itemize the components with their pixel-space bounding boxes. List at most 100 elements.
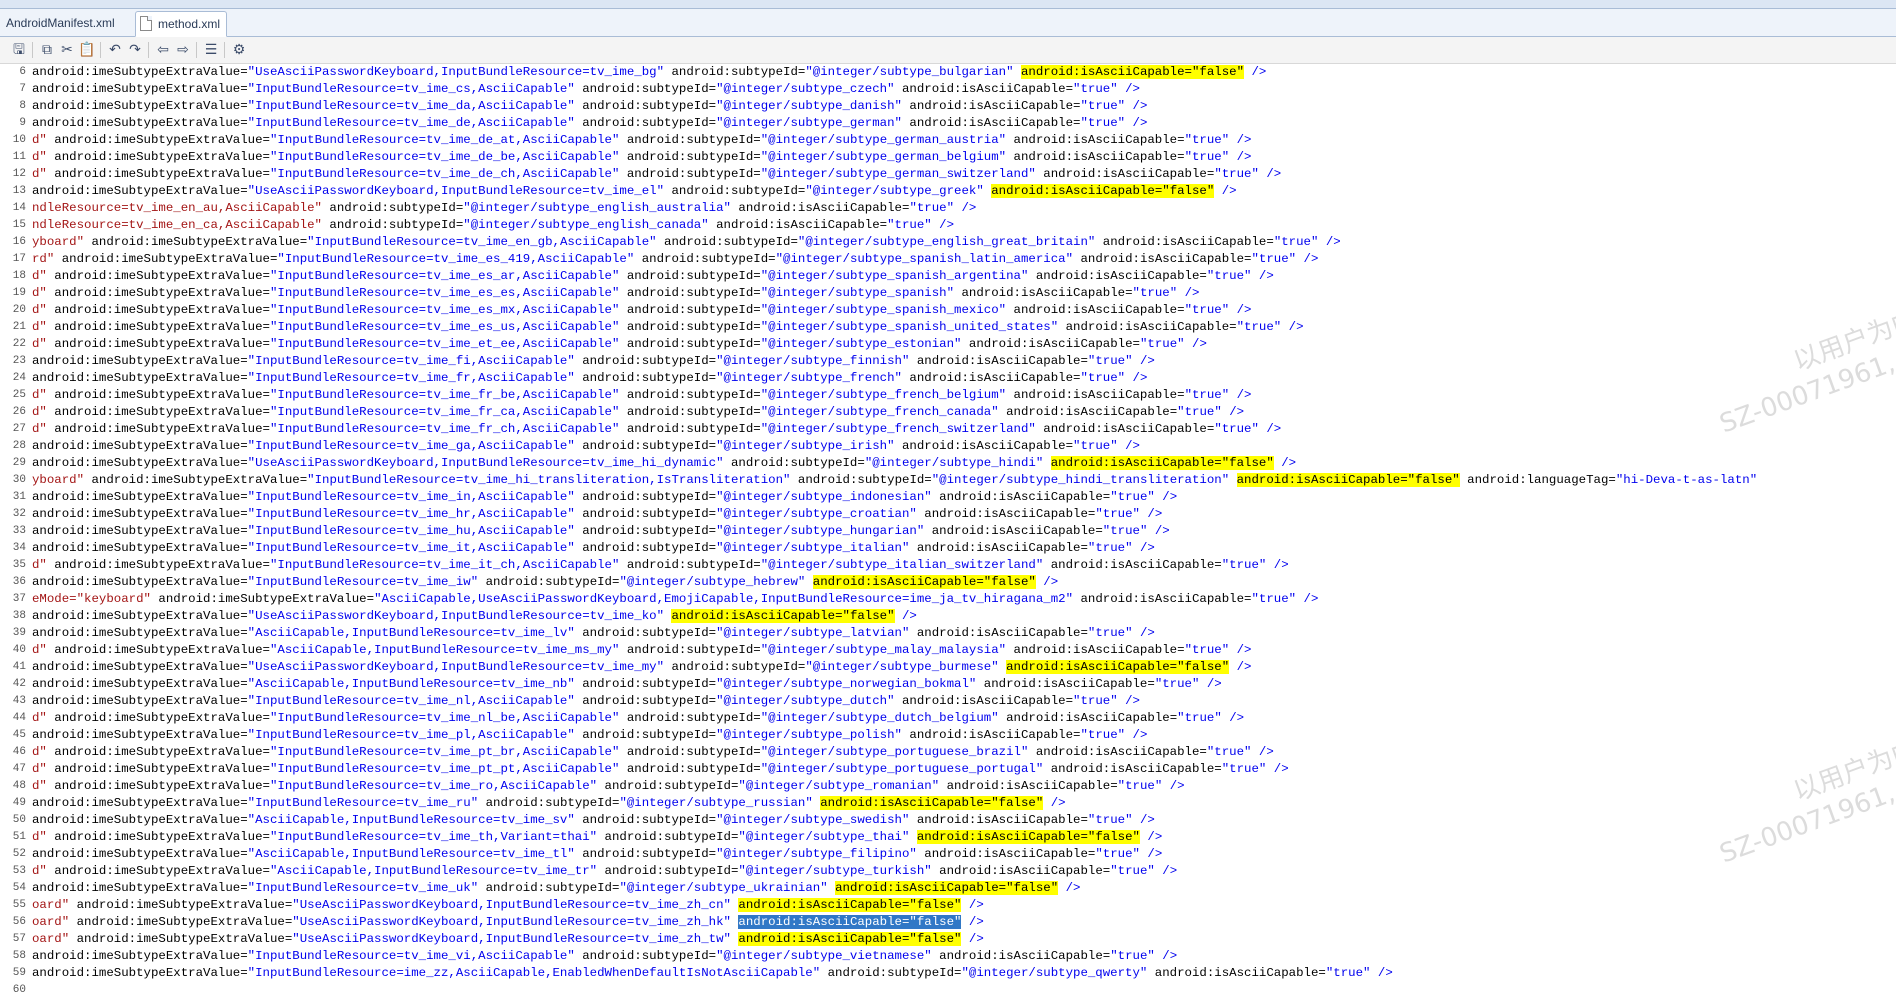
code-token: />	[1370, 966, 1393, 980]
code-line[interactable]: 49 android:imeSubtypeExtraValue="InputBun…	[0, 795, 1896, 812]
code-line[interactable]: 19 d" android:imeSubtypeExtraValue="Input…	[0, 285, 1896, 302]
code-line[interactable]: 20 d" android:imeSubtypeExtraValue="Input…	[0, 302, 1896, 319]
line-number: 7	[19, 83, 26, 95]
code-line[interactable]: 13 android:imeSubtypeExtraValue="UseAscii…	[0, 183, 1896, 200]
code-token: android:subtypeId=	[619, 388, 761, 402]
code-token: />	[1221, 711, 1245, 725]
code-token: "@integer/subtype_filipino"	[716, 847, 917, 861]
code-line[interactable]: 11 d" android:imeSubtypeExtraValue="Input…	[0, 149, 1896, 166]
code-line[interactable]: 26 d" android:imeSubtypeExtraValue="Input…	[0, 404, 1896, 421]
forward-icon[interactable]: ⇨	[174, 41, 192, 59]
save-icon[interactable]: 🖫	[10, 41, 28, 59]
code-token: android:imeSubtypeExtraValue=	[32, 966, 248, 980]
code-line[interactable]: 44 d" android:imeSubtypeExtraValue="Input…	[0, 710, 1896, 727]
code-token: android:subtypeId=	[322, 218, 464, 232]
code-token: "InputBundleResource=tv_ime_es_mx,AsciiC…	[269, 303, 620, 317]
code-line[interactable]: 42 android:imeSubtypeExtraValue="AsciiCap…	[0, 676, 1896, 693]
code-line[interactable]: 51 d" android:imeSubtypeExtraValue="Input…	[0, 829, 1896, 846]
cut-icon[interactable]: ✂	[58, 41, 76, 59]
code-line[interactable]: 58 android:imeSubtypeExtraValue="InputBun…	[0, 948, 1896, 965]
code-line[interactable]: 60	[0, 982, 1896, 999]
code-token: android:subtypeId=	[619, 167, 761, 181]
code-token: "true"	[1110, 490, 1155, 504]
code-line[interactable]: 24 android:imeSubtypeExtraValue="InputBun…	[0, 370, 1896, 387]
code-line[interactable]: 21 d" android:imeSubtypeExtraValue="Input…	[0, 319, 1896, 336]
code-line[interactable]: 7 android:imeSubtypeExtraValue="InputBund…	[0, 81, 1896, 98]
line-number: 15	[12, 219, 26, 231]
code-line[interactable]: 33 android:imeSubtypeExtraValue="InputBun…	[0, 523, 1896, 540]
code-line[interactable]: 47 d" android:imeSubtypeExtraValue="Input…	[0, 761, 1896, 778]
line-number: 45	[12, 729, 26, 741]
code-line[interactable]: 53 d" android:imeSubtypeExtraValue="Ascii…	[0, 863, 1896, 880]
code-line[interactable]: 37 eMode="keyboard" android:imeSubtypeExt…	[0, 591, 1896, 608]
code-token: android:subtypeId=	[478, 575, 620, 589]
code-token: "true"	[1184, 303, 1230, 317]
code-line[interactable]: 18 d" android:imeSubtypeExtraValue="Input…	[0, 268, 1896, 285]
paste-icon[interactable]: 📋	[78, 41, 96, 59]
code-line[interactable]: 45 android:imeSubtypeExtraValue="InputBun…	[0, 727, 1896, 744]
line-number: 50	[12, 814, 26, 826]
code-line[interactable]: 38 android:imeSubtypeExtraValue="UseAscii…	[0, 608, 1896, 625]
line-number: 32	[12, 508, 26, 520]
code-text: oard" android:imeSubtypeExtraValue="UseA…	[32, 897, 984, 914]
code-text: android:imeSubtypeExtraValue="InputBundl…	[32, 948, 1177, 965]
code-line[interactable]: 15 ndleResource=tv_ime_en_ca,AsciiCapable…	[0, 217, 1896, 234]
code-line[interactable]: 6 android:imeSubtypeExtraValue="UseAsciiP…	[0, 64, 1896, 81]
code-line[interactable]: 41 android:imeSubtypeExtraValue="UseAscii…	[0, 659, 1896, 676]
code-line[interactable]: 59 android:imeSubtypeExtraValue="InputBun…	[0, 965, 1896, 982]
code-line[interactable]: 55 oard" android:imeSubtypeExtraValue="Us…	[0, 897, 1896, 914]
code-line[interactable]: 34 android:imeSubtypeExtraValue="InputBun…	[0, 540, 1896, 557]
code-line[interactable]: 30 yboard" android:imeSubtypeExtraValue="…	[0, 472, 1896, 489]
code-line[interactable]: 54 android:imeSubtypeExtraValue="InputBun…	[0, 880, 1896, 897]
code-line[interactable]: 31 android:imeSubtypeExtraValue="InputBun…	[0, 489, 1896, 506]
code-line[interactable]: 22 d" android:imeSubtypeExtraValue="Input…	[0, 336, 1896, 353]
code-token: "InputBundleResource=tv_ime_hi_translite…	[307, 473, 791, 487]
back-icon[interactable]: ⇦	[154, 41, 172, 59]
code-token: d"	[32, 405, 47, 419]
code-line[interactable]: 8 android:imeSubtypeExtraValue="InputBund…	[0, 98, 1896, 115]
code-line[interactable]: 46 d" android:imeSubtypeExtraValue="Input…	[0, 744, 1896, 761]
code-token: android:isAsciiCapable=	[1095, 235, 1274, 249]
code-text: oard" android:imeSubtypeExtraValue="UseA…	[32, 914, 984, 931]
code-line[interactable]: 17 rd" android:imeSubtypeExtraValue="Inpu…	[0, 251, 1896, 268]
undo-icon[interactable]: ↶	[106, 41, 124, 59]
code-line[interactable]: 50 android:imeSubtypeExtraValue="AsciiCap…	[0, 812, 1896, 829]
code-line[interactable]: 29 android:imeSubtypeExtraValue="UseAscii…	[0, 455, 1896, 472]
settings-icon[interactable]: ⚙	[230, 41, 248, 59]
code-token: android:subtypeId=	[574, 116, 717, 130]
code-line[interactable]: 28 android:imeSubtypeExtraValue="InputBun…	[0, 438, 1896, 455]
code-line[interactable]: 35 d" android:imeSubtypeExtraValue="Input…	[0, 557, 1896, 574]
code-line[interactable]: 36 android:imeSubtypeExtraValue="InputBun…	[0, 574, 1896, 591]
copy-icon[interactable]: ⧉	[38, 41, 56, 59]
code-editor[interactable]: 以用户为中 SZ-00071961, f 以用户为中 SZ-00071961, …	[0, 64, 1896, 1001]
code-line[interactable]: 14 ndleResource=tv_ime_en_au,AsciiCapable…	[0, 200, 1896, 217]
code-line[interactable]: 23 android:imeSubtypeExtraValue="InputBun…	[0, 353, 1896, 370]
code-line[interactable]: 12 d" android:imeSubtypeExtraValue="Input…	[0, 166, 1896, 183]
code-token: "AsciiCapable,InputBundleResource=tv_ime…	[247, 847, 575, 861]
redo-icon[interactable]: ↷	[126, 41, 144, 59]
format-icon[interactable]: ☰	[202, 41, 220, 59]
code-token: android:isAsciiCapable=	[1043, 558, 1222, 572]
code-line[interactable]: 48 d" android:imeSubtypeExtraValue="Input…	[0, 778, 1896, 795]
code-line[interactable]: 16 yboard" android:imeSubtypeExtraValue="…	[0, 234, 1896, 251]
tab-method-xml[interactable]: method.xml	[135, 11, 228, 37]
code-line[interactable]: 52 android:imeSubtypeExtraValue="AsciiCap…	[0, 846, 1896, 863]
tab-androidmanifest[interactable]: AndroidManifest.xml	[0, 11, 121, 35]
code-line[interactable]: 25 d" android:imeSubtypeExtraValue="Input…	[0, 387, 1896, 404]
code-line[interactable]: 43 android:imeSubtypeExtraValue="InputBun…	[0, 693, 1896, 710]
code-line[interactable]: 56 oard" android:imeSubtypeExtraValue="Us…	[0, 914, 1896, 931]
code-line[interactable]: 57 oard" android:imeSubtypeExtraValue="Us…	[0, 931, 1896, 948]
code-token: android:subtypeId=	[574, 728, 717, 742]
code-line[interactable]: 32 android:imeSubtypeExtraValue="InputBun…	[0, 506, 1896, 523]
code-text: android:imeSubtypeExtraValue="UseAsciiPa…	[32, 455, 1296, 472]
code-line[interactable]: 27 d" android:imeSubtypeExtraValue="Input…	[0, 421, 1896, 438]
window-top-strip	[0, 0, 1896, 9]
code-line[interactable]: 10 d" android:imeSubtypeExtraValue="Input…	[0, 132, 1896, 149]
code-line[interactable]: 40 d" android:imeSubtypeExtraValue="Ascii…	[0, 642, 1896, 659]
code-token: android:imeSubtypeExtraValue=	[32, 507, 248, 521]
code-line[interactable]: 39 android:imeSubtypeExtraValue="AsciiCap…	[0, 625, 1896, 642]
code-token: />	[1229, 388, 1252, 402]
code-token: android:subtypeId=	[664, 184, 806, 198]
code-line[interactable]: 9 android:imeSubtypeExtraValue="InputBund…	[0, 115, 1896, 132]
code-token: android:subtypeId=	[574, 694, 717, 708]
